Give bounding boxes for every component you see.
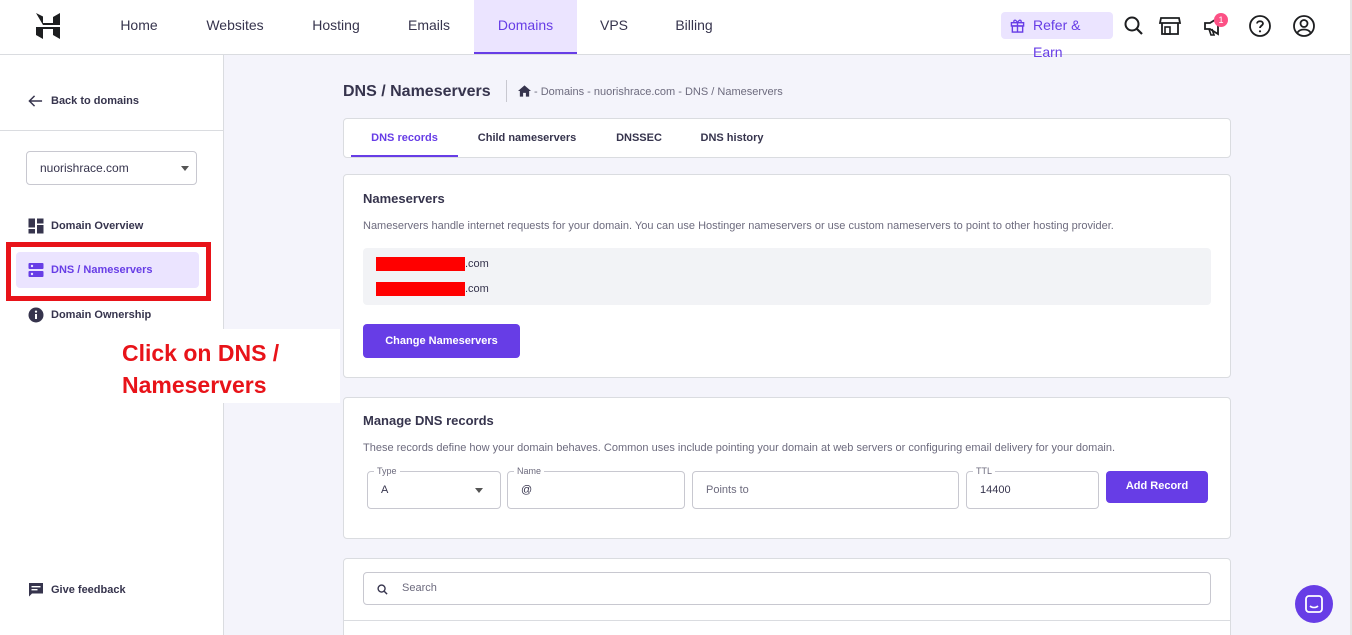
tab-dnssec[interactable]: DNSSEC [606, 119, 672, 157]
refer-earn-label: Refer & Earn [1033, 17, 1081, 60]
sidebar-item-label: Domain Ownership [51, 309, 152, 321]
name-label: Name [514, 465, 545, 477]
breadcrumb-separator [506, 80, 507, 102]
sidebar-divider [0, 130, 223, 131]
annotation-text: Click on DNS / Nameservers [122, 340, 280, 398]
nav-hosting[interactable]: Hosting [303, 0, 369, 54]
tab-dns-records[interactable]: DNS records [351, 119, 458, 157]
table-header-divider [344, 620, 1230, 621]
nameserver-row: .com [376, 256, 489, 272]
nameservers-title: Nameservers [363, 191, 445, 206]
back-label: Back to domains [51, 95, 140, 107]
dns-tabs: DNS records Child nameservers DNSSEC DNS… [343, 118, 1231, 158]
manage-dns-description: These records define how your domain beh… [363, 442, 1116, 454]
nameserver-suffix: .com [465, 258, 489, 270]
nav-billing[interactable]: Billing [665, 0, 723, 54]
name-field[interactable]: Name @ [507, 465, 685, 509]
info-icon [28, 307, 44, 323]
nameservers-description: Nameservers handle internet requests for… [363, 220, 1114, 232]
nameservers-card: Nameservers Nameservers handle internet … [343, 174, 1231, 378]
redaction-bar [376, 282, 465, 297]
redaction-bar [376, 257, 465, 272]
sidebar-item-domain-overview[interactable]: Domain Overview [16, 208, 199, 244]
help-icon[interactable] [1248, 14, 1272, 38]
type-label: Type [374, 465, 400, 477]
tab-dns-history[interactable]: DNS history [690, 119, 774, 157]
feedback-label: Give feedback [51, 584, 126, 596]
search-placeholder: Search [402, 582, 437, 594]
nameserver-row: .com [376, 281, 489, 297]
domain-select-value: nuorishrace.com [40, 161, 129, 175]
ttl-label: TTL [973, 465, 996, 477]
arrow-left-icon [28, 95, 43, 107]
chat-button[interactable] [1295, 585, 1333, 623]
points-to-placeholder: Points to [706, 484, 749, 496]
chat-icon [1305, 595, 1323, 613]
manage-dns-title: Manage DNS records [363, 413, 494, 428]
dashboard-icon [28, 218, 44, 234]
change-nameservers-button[interactable]: Change Nameservers [363, 324, 520, 358]
manage-dns-card: Manage DNS records These records define … [343, 397, 1231, 539]
nav-websites[interactable]: Websites [200, 0, 270, 54]
points-to-field[interactable]: Points to [692, 471, 959, 509]
highlight-box [6, 242, 211, 301]
chevron-down-icon [181, 166, 189, 171]
hostinger-logo[interactable] [36, 13, 60, 39]
feedback-icon [29, 583, 43, 597]
dns-records-card: Search [343, 558, 1231, 635]
sidebar-item-label: Domain Overview [51, 220, 144, 232]
type-select[interactable]: Type A [367, 465, 501, 509]
notification-badge: 1 [1214, 13, 1228, 27]
chevron-down-icon [475, 488, 483, 493]
name-value: @ [521, 484, 533, 496]
records-search-input[interactable]: Search [363, 572, 1211, 605]
nav-vps[interactable]: VPS [594, 0, 634, 54]
home-icon[interactable] [518, 85, 531, 97]
breadcrumb: - Domains - nuorishrace.com - DNS / Name… [518, 85, 783, 99]
nameserver-list: .com .com [363, 248, 1211, 305]
page-title: DNS / Nameservers [343, 83, 491, 100]
domain-select[interactable]: nuorishrace.com [26, 151, 197, 185]
annotation-callout: Click on DNS / Nameservers [110, 329, 340, 403]
nameserver-suffix: .com [465, 283, 489, 295]
nav-home[interactable]: Home [108, 0, 170, 54]
breadcrumb-text: - Domains - nuorishrace.com - DNS / Name… [534, 86, 783, 98]
store-icon[interactable] [1158, 14, 1182, 38]
search-icon[interactable] [1122, 14, 1146, 38]
nav-domains[interactable]: Domains [474, 0, 577, 54]
top-navigation: Home Websites Hosting Emails Domains VPS… [0, 0, 1352, 60]
give-feedback-link[interactable]: Give feedback [28, 582, 126, 598]
refer-earn-button[interactable]: Refer & Earn [1001, 12, 1113, 60]
search-icon [377, 584, 388, 595]
account-icon[interactable] [1292, 14, 1316, 38]
gift-icon [1010, 19, 1025, 33]
type-value: A [381, 484, 389, 496]
sidebar-item-domain-ownership[interactable]: Domain Ownership [16, 297, 199, 333]
tab-child-nameservers[interactable]: Child nameservers [468, 119, 586, 157]
nav-emails[interactable]: Emails [400, 0, 458, 54]
add-record-button[interactable]: Add Record [1106, 471, 1208, 503]
ttl-field[interactable]: TTL 14400 [966, 465, 1099, 509]
back-to-domains-link[interactable]: Back to domains [28, 94, 139, 108]
ttl-value: 14400 [980, 484, 1011, 496]
